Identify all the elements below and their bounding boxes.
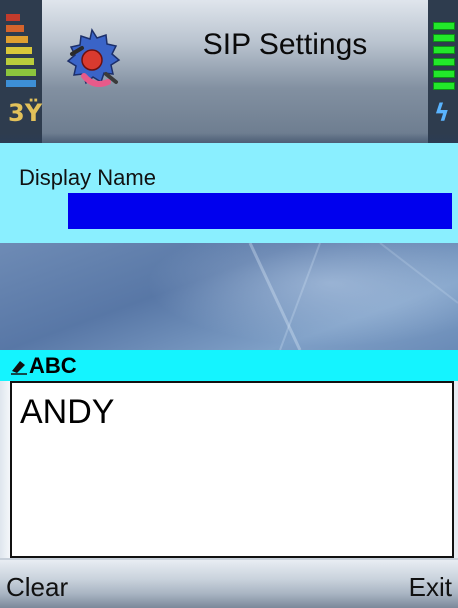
signal-indicator: 3Ÿ [0, 0, 42, 143]
editor-frame-left [0, 381, 10, 558]
page-title: SIP Settings [202, 28, 368, 61]
display-name-field[interactable] [68, 193, 452, 229]
input-mode-bar: ABC [0, 350, 458, 381]
softkey-bar: Clear Exit [0, 558, 458, 608]
phone-screen: 3Ÿ SIP Settings ϟ Display Name ABC ANDY … [0, 0, 458, 608]
input-mode-label: ABC [29, 353, 77, 378]
title-bar: 3Ÿ SIP Settings ϟ [0, 0, 458, 143]
exit-button[interactable]: Exit [409, 572, 452, 603]
tools-gear-icon [66, 28, 121, 87]
signal-strength-icon [6, 14, 36, 91]
charging-bolt-icon: ϟ [434, 99, 450, 127]
antenna-icon: 3Ÿ [8, 99, 43, 127]
wallpaper-background [0, 243, 458, 350]
editor-text: ANDY [20, 393, 115, 431]
editor-frame-right [454, 381, 458, 558]
battery-indicator: ϟ [428, 0, 458, 143]
text-editor[interactable]: ANDY [10, 381, 454, 558]
display-name-section: Display Name [0, 143, 458, 243]
pen-icon [11, 361, 27, 375]
display-name-label: Display Name [19, 165, 156, 190]
battery-charging-icon [433, 22, 455, 94]
wallpaper-streaks [248, 243, 458, 350]
clear-button[interactable]: Clear [6, 572, 68, 603]
